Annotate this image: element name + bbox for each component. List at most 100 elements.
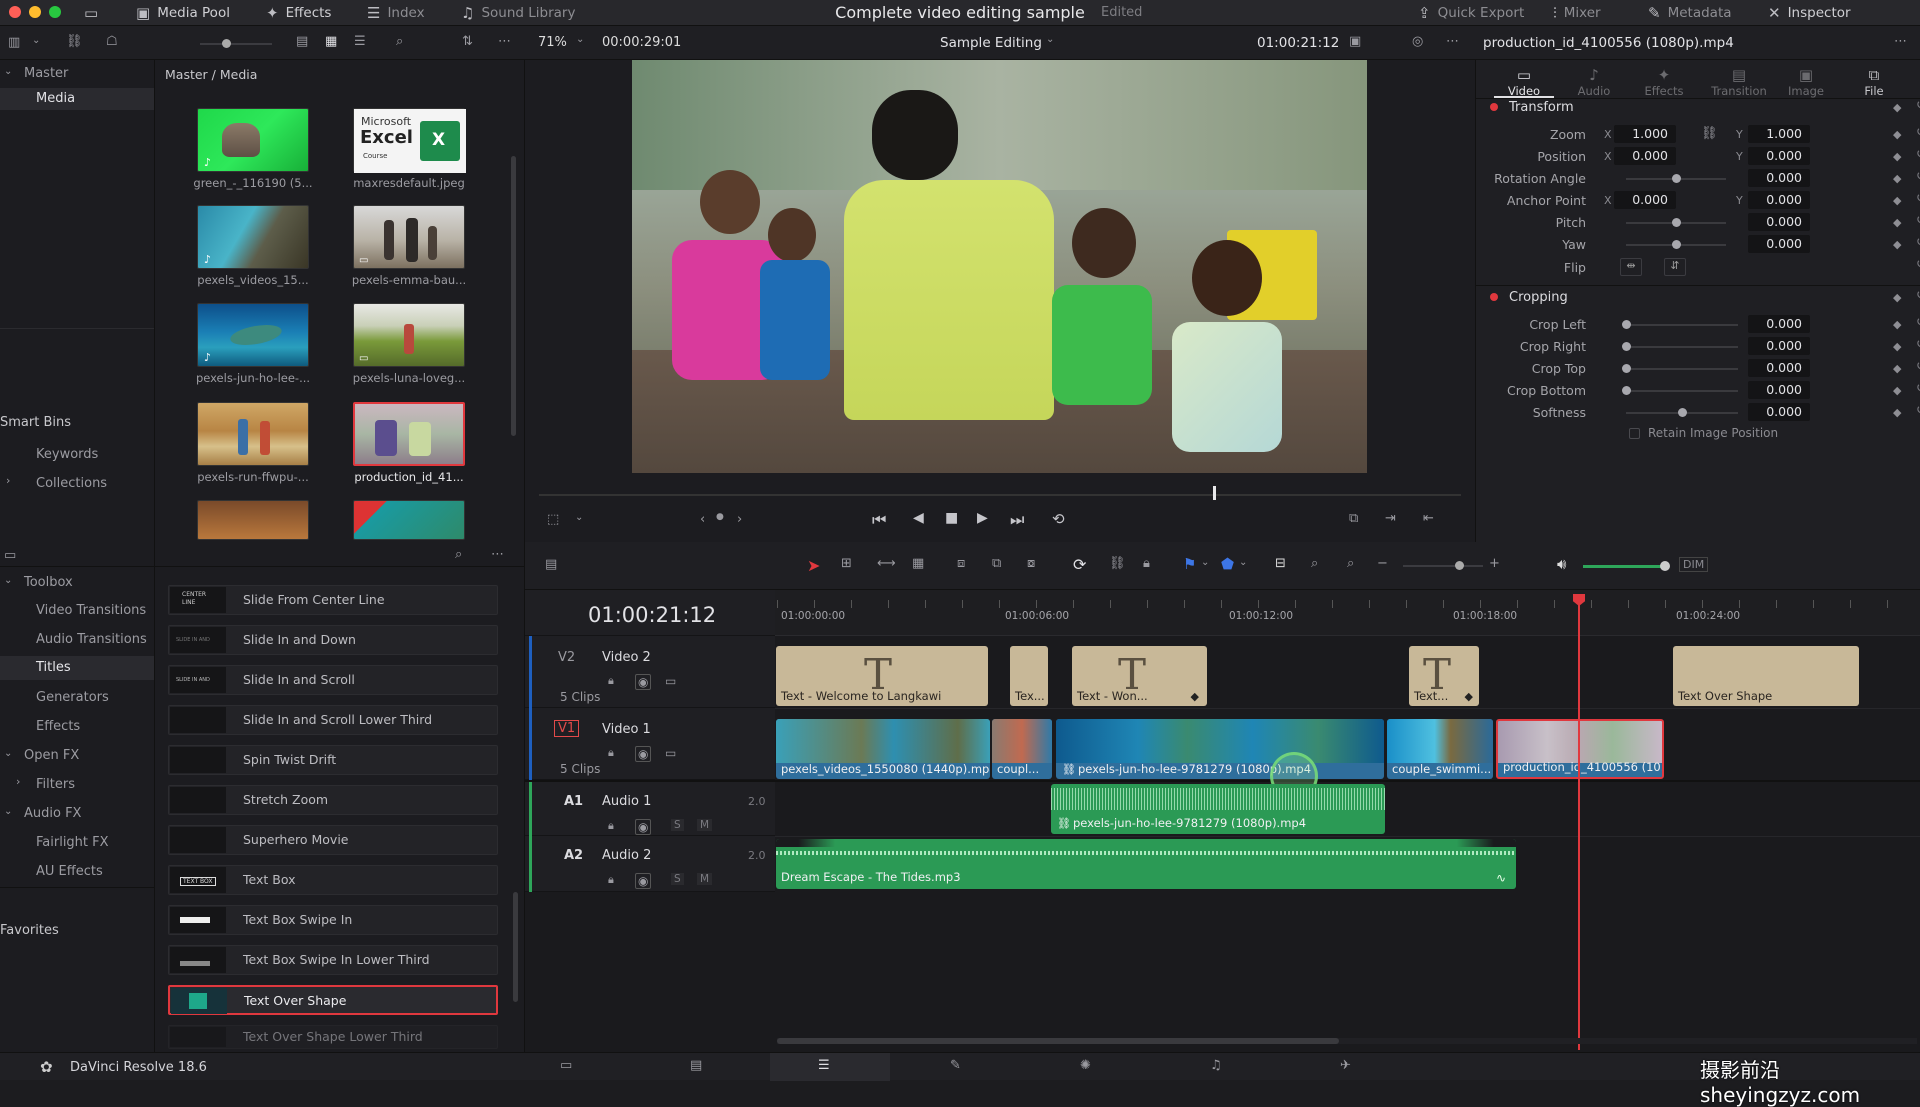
video-clip-selected[interactable]: production_id_4100556 (10...: [1496, 719, 1664, 779]
keyframe-diamond-icon[interactable]: ◆: [1893, 291, 1901, 304]
link-icon[interactable]: ⛓: [1701, 126, 1718, 141]
title-item[interactable]: TEXT BOX Text Box: [168, 865, 498, 895]
comment-icon[interactable]: ☖: [106, 34, 118, 49]
video-clip[interactable]: ⛓ pexels-jun-ho-lee-9781279 (1080p).mp4: [1056, 719, 1384, 779]
bin-media-row[interactable]: [0, 88, 154, 110]
track-name-v1[interactable]: Video 1: [602, 722, 651, 737]
close-window-button[interactable]: [9, 6, 21, 18]
mute-button[interactable]: M: [697, 873, 713, 885]
track-visibility-icon[interactable]: ▭: [665, 746, 676, 760]
yaw-knob[interactable]: [1672, 240, 1681, 249]
title-clip[interactable]: T Text - Welcome to Langkawi: [776, 646, 988, 706]
blade-tool-icon[interactable]: ▦: [912, 556, 924, 571]
mute-button[interactable]: M: [697, 819, 713, 831]
speaker-icon[interactable]: 🔊︎: [1557, 555, 1566, 573]
volume-knob[interactable]: [1660, 561, 1670, 571]
media-page-icon[interactable]: ▭: [560, 1058, 572, 1073]
media-thumb[interactable]: ♪: [197, 205, 309, 269]
tab-file[interactable]: ⧉ File: [1844, 66, 1904, 98]
pitch-field[interactable]: 0.000: [1748, 213, 1810, 231]
titles-row[interactable]: [0, 656, 154, 680]
track-id-a2[interactable]: A2: [564, 848, 583, 863]
edit-page-icon[interactable]: ☰: [818, 1058, 830, 1073]
zoom-x-field[interactable]: 1.000: [1614, 125, 1676, 143]
reset-icon[interactable]: ↺: [1916, 359, 1920, 374]
media-thumb[interactable]: ▭: [353, 205, 465, 269]
metadata-view-icon[interactable]: ▤: [296, 34, 308, 49]
mark-out-icon[interactable]: ⇤: [1423, 511, 1434, 526]
thumbnail-view-icon[interactable]: ▦: [325, 34, 337, 49]
timeline-name[interactable]: Sample Editing: [940, 35, 1042, 51]
crop-left-slider[interactable]: [1626, 324, 1738, 326]
title-item[interactable]: SLIDE IN AND Slide In and Down: [168, 625, 498, 655]
zoom-full-icon[interactable]: ⊟: [1275, 556, 1286, 571]
keyframe-diamond-icon[interactable]: ◆: [1893, 194, 1901, 207]
anchor-x-field[interactable]: 0.000: [1614, 191, 1676, 209]
tab-video[interactable]: ▭ Video: [1494, 66, 1554, 98]
reset-icon[interactable]: ↺: [1916, 337, 1920, 352]
title-item[interactable]: Superhero Movie: [168, 825, 498, 855]
chevron-down-icon[interactable]: ⌄: [4, 66, 12, 77]
zoom-out-icon[interactable]: −: [1377, 556, 1388, 571]
lock-icon[interactable]: 🔒︎: [608, 873, 614, 887]
stop-icon[interactable]: ■: [945, 510, 958, 526]
chevron-down-icon[interactable]: ⌄: [1046, 34, 1054, 45]
media-thumb[interactable]: [197, 500, 309, 540]
go-to-start-icon[interactable]: ⏮: [872, 510, 886, 530]
media-thumb[interactable]: [197, 402, 309, 466]
crop-right-field[interactable]: 0.000: [1748, 337, 1810, 355]
crop-left-knob[interactable]: [1622, 320, 1631, 329]
overwrite-clip-icon[interactable]: ⧉: [992, 556, 1001, 571]
position-lock-icon[interactable]: 🔒︎: [1143, 556, 1150, 571]
timeline-ruler[interactable]: [775, 590, 1920, 636]
fairlight-fx-item[interactable]: Fairlight FX: [36, 835, 109, 850]
flip-vertical-button[interactable]: ⇵: [1664, 258, 1686, 276]
more-options-icon[interactable]: ⋯: [1446, 34, 1459, 49]
insert-clip-icon[interactable]: ⧈: [957, 556, 965, 571]
title-item[interactable]: SLIDE IN AND Slide In and Scroll: [168, 665, 498, 695]
color-scope-icon[interactable]: ◎: [1412, 34, 1423, 49]
keyframe-diamond-icon[interactable]: ◆: [1893, 318, 1901, 331]
keyframe-diamond-icon[interactable]: ◆: [1465, 690, 1473, 703]
lock-icon[interactable]: 🔒︎: [608, 819, 614, 833]
crop-bottom-knob[interactable]: [1622, 386, 1631, 395]
media-thumb[interactable]: ▭: [353, 303, 465, 367]
keyframe-diamond-icon[interactable]: ◆: [1893, 362, 1901, 375]
snapping-icon[interactable]: ⟳: [1073, 555, 1086, 574]
transform-overlay-icon[interactable]: ⬚: [547, 512, 559, 527]
audio-fx-item[interactable]: Audio FX: [24, 806, 81, 821]
search-icon[interactable]: ⌕: [396, 34, 403, 49]
keyframe-diamond-icon[interactable]: ◆: [1893, 384, 1901, 397]
crop-bottom-field[interactable]: 0.000: [1748, 381, 1810, 399]
pitch-knob[interactable]: [1672, 218, 1681, 227]
sort-icon[interactable]: ⇅: [462, 34, 473, 49]
reset-icon[interactable]: ↺: [1916, 381, 1920, 396]
title-clip[interactable]: Text Over Shape: [1673, 646, 1859, 706]
zoom-y-field[interactable]: 1.000: [1748, 125, 1810, 143]
trim-tool-icon[interactable]: ⊞: [841, 556, 852, 571]
timeline-zoom-knob[interactable]: [1455, 561, 1464, 570]
playhead-marker[interactable]: [1213, 486, 1216, 500]
reset-icon[interactable]: ↺: [1916, 169, 1920, 184]
auto-track-icon[interactable]: ◉: [635, 674, 652, 690]
title-item[interactable]: CENTER LINE Slide From Center Line: [168, 585, 498, 615]
titles-item[interactable]: Titles: [36, 660, 71, 675]
timeline-zoom-slider[interactable]: [1403, 565, 1483, 567]
generators-item[interactable]: Generators: [36, 690, 109, 705]
reset-icon[interactable]: ↺: [1916, 403, 1920, 418]
auto-track-icon[interactable]: ◉: [635, 819, 652, 835]
quick-export-button[interactable]: ⇪ Quick Export: [1418, 0, 1524, 26]
smart-bin-keywords[interactable]: Keywords: [36, 447, 98, 462]
mixer-button[interactable]: ⫶ Mixer: [1553, 0, 1601, 26]
tab-audio[interactable]: ♪ Audio: [1564, 66, 1624, 98]
minimize-window-button[interactable]: [29, 6, 41, 18]
title-clip[interactable]: Tex...: [1010, 646, 1048, 706]
audio-transitions-item[interactable]: Audio Transitions: [36, 632, 147, 647]
preview-mode-icon[interactable]: ▣: [1349, 34, 1361, 49]
reset-icon[interactable]: ↺: [1916, 315, 1920, 330]
title-clip[interactable]: T Text... ◆: [1409, 646, 1479, 706]
title-item[interactable]: Text Over Shape Lower Third: [168, 1025, 498, 1049]
chevron-down-icon[interactable]: ⌄: [32, 35, 40, 46]
lock-icon[interactable]: 🔒︎: [608, 674, 614, 688]
chevron-right-icon[interactable]: ›: [6, 474, 10, 487]
